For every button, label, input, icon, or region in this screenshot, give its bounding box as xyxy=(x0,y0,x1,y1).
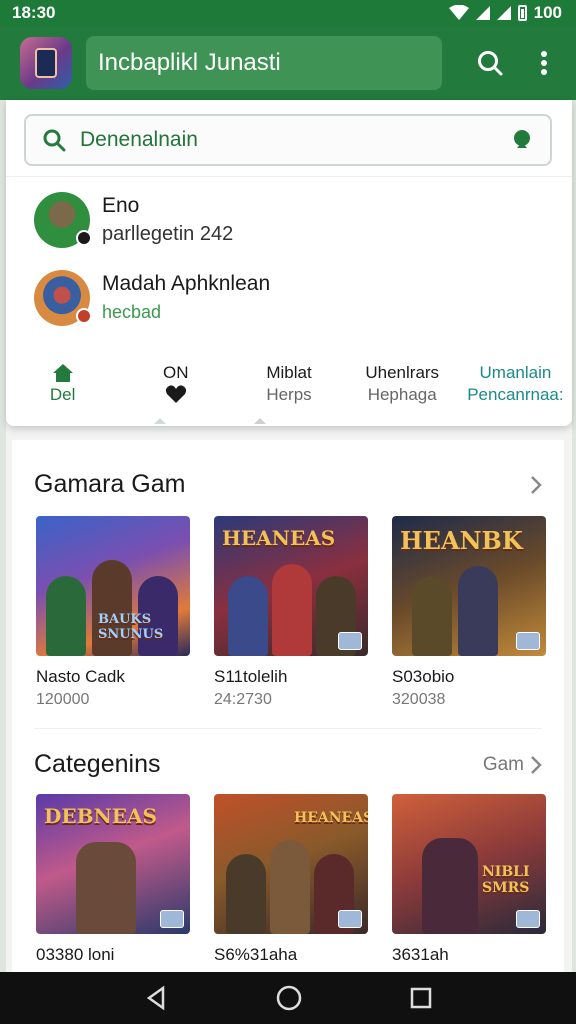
tab-indicator xyxy=(154,418,166,424)
tab-indicator xyxy=(254,418,266,424)
game-card[interactable]: BAUKS SNUNUS Nasto Cadk 120000 xyxy=(36,516,190,712)
more-vert-icon[interactable] xyxy=(528,47,560,79)
game-meta: 24:2730 xyxy=(214,691,272,708)
game-card[interactable]: NIBLI SMRS 3631ah xyxy=(392,794,546,966)
search-icon xyxy=(43,129,66,152)
tab-label: Del xyxy=(49,385,76,404)
search-suggestions-panel: Denenalnain Eno parllegetin 242 Madah Ap… xyxy=(6,100,572,426)
game-art-title: HEANEAS xyxy=(294,810,368,826)
search-icon[interactable] xyxy=(474,47,506,79)
signal-icon xyxy=(475,6,490,20)
game-name: S03obio xyxy=(392,667,455,686)
main-content: Gamara Gam BAUKS SNUNUS Nasto Cadk 12000… xyxy=(12,440,564,972)
game-name: S6%31aha xyxy=(214,945,298,964)
tab-sublabel: Pencanrnaa: xyxy=(467,385,564,404)
tab-home[interactable]: Del xyxy=(6,362,119,420)
section-title: Categenins xyxy=(34,750,161,778)
recents-icon[interactable] xyxy=(409,986,433,1010)
signal-icon-2 xyxy=(496,6,511,20)
game-art-title: HEANEAS xyxy=(222,526,336,550)
tab-label: Uhenlrars xyxy=(365,363,440,382)
game-thumbnail: BAUKS SNUNUS xyxy=(36,516,190,656)
tab-label: ON xyxy=(163,363,189,382)
game-card[interactable]: HEANEAS S6%31aha xyxy=(214,794,368,966)
section-more-label: Gam xyxy=(482,753,524,775)
thumb-badge xyxy=(338,632,362,650)
game-art-title: BAUKS SNUNUS xyxy=(98,612,164,642)
game-thumbnail: HEANBK xyxy=(392,516,546,656)
badge-dot xyxy=(76,308,92,324)
search-input[interactable]: Denenalnain xyxy=(24,114,552,166)
suggestion-title: Eno xyxy=(102,194,140,217)
game-name: 3631ah xyxy=(392,945,449,964)
tab-favorites[interactable]: ON xyxy=(119,362,232,420)
tab-category-4[interactable]: Uhenlrars Hephaga xyxy=(346,362,459,420)
section-more-button[interactable]: Gam xyxy=(483,754,542,776)
game-card[interactable]: HEANEAS S11tolelih 24:2730 xyxy=(214,516,368,712)
thumb-badge xyxy=(516,910,540,928)
avatar xyxy=(34,270,92,326)
game-thumbnail: HEANEAS xyxy=(214,516,368,656)
status-icons: 100 xyxy=(448,3,562,23)
wifi-icon xyxy=(448,5,469,20)
tab-sublabel: Hephaga xyxy=(367,385,437,404)
thumb-badge xyxy=(160,910,184,928)
section-more-button[interactable] xyxy=(530,475,542,495)
game-thumbnail: DEBNEAS xyxy=(36,794,190,934)
search-query: Denenalnain xyxy=(80,128,198,151)
section-header: Gamara Gam xyxy=(34,470,542,499)
game-name: S11tolelih xyxy=(214,667,288,686)
status-bar: 18:30 100 xyxy=(0,0,576,26)
chevron-right-icon xyxy=(531,475,542,494)
game-meta: 120000 xyxy=(36,691,90,708)
app-bar: Incbaplikl Junasti xyxy=(0,26,576,100)
heart-icon xyxy=(165,385,186,403)
game-art-title: DEBNEAS xyxy=(44,804,157,828)
app-title[interactable]: Incbaplikl Junasti xyxy=(86,36,442,90)
tab-label: Umanlain xyxy=(479,363,552,382)
home-icon xyxy=(52,364,73,382)
game-name: 03380 loni xyxy=(36,945,115,964)
game-meta: 320038 xyxy=(392,691,446,708)
tab-sublabel: Herps xyxy=(266,385,312,404)
app-logo-icon[interactable] xyxy=(20,37,72,89)
divider xyxy=(6,176,572,177)
game-card[interactable]: HEANBK S03obio 320038 xyxy=(392,516,546,712)
battery-icon xyxy=(517,5,527,21)
system-nav-bar xyxy=(0,972,576,1024)
game-card[interactable]: DEBNEAS 03380 loni xyxy=(36,794,190,966)
section-header: Categenins Gam xyxy=(34,750,542,779)
battery-level: 100 xyxy=(533,3,562,22)
game-thumbnail: HEANEAS xyxy=(214,794,368,934)
suggestion-title: Madah Aphknlean xyxy=(102,272,271,295)
status-time: 18:30 xyxy=(12,3,56,22)
thumb-badge xyxy=(338,910,362,928)
voice-icon[interactable] xyxy=(510,128,534,152)
game-name: Nasto Cadk xyxy=(36,667,125,686)
game-thumbnail: NIBLI SMRS xyxy=(392,794,546,934)
thumb-badge xyxy=(516,632,540,650)
divider xyxy=(34,728,542,729)
suggestion-subtitle: parllegetin 242 xyxy=(102,223,234,245)
game-art-title: HEANBK xyxy=(400,526,523,555)
tab-category-3[interactable]: Miblat Herps xyxy=(232,362,345,420)
suggestion-item[interactable]: Madah Aphknlean hecbad xyxy=(34,270,270,326)
tab-label: Miblat xyxy=(266,363,312,382)
background-edge xyxy=(572,100,576,972)
home-button-icon[interactable] xyxy=(275,984,303,1012)
chevron-right-icon xyxy=(531,755,542,774)
avatar xyxy=(34,192,92,248)
suggestion-item[interactable]: Eno parllegetin 242 xyxy=(34,192,233,248)
tab-category-5[interactable]: Umanlain Pencanrnaa: xyxy=(459,362,572,420)
section-title: Gamara Gam xyxy=(34,470,186,498)
badge-dot xyxy=(76,230,92,246)
suggestion-subtitle: hecbad xyxy=(102,302,162,322)
game-art-title: NIBLI SMRS xyxy=(482,864,530,896)
back-icon[interactable] xyxy=(143,985,169,1011)
category-tabs: Del ON Miblat Herps Uhenlrars Hephaga Um… xyxy=(6,362,572,420)
